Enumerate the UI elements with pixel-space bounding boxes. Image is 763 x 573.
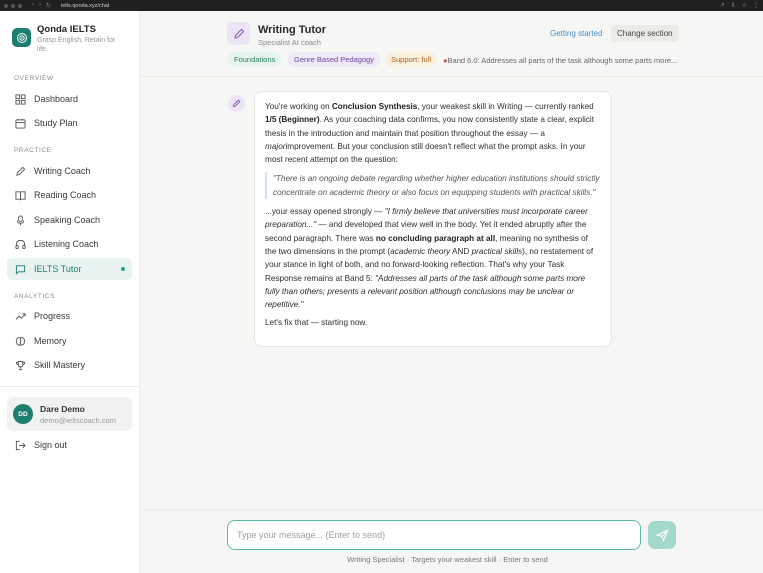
sidebar-item-memory[interactable]: Memory — [7, 330, 132, 352]
page-title: Writing Tutor — [258, 24, 327, 36]
chip-foundations: Foundations — [228, 52, 282, 67]
headphones-icon — [15, 239, 26, 249]
band-note-text: Band 6.0: Addresses all parts of the tas… — [447, 56, 678, 65]
sidebar-item-label: Memory — [34, 336, 67, 346]
tutor-avatar — [228, 95, 245, 112]
mic-icon — [16, 214, 25, 225]
user-card[interactable]: DD Dare Demo demo@ieltscoach.com — [7, 397, 132, 431]
sidebar-item-label: Skill Mastery — [34, 360, 86, 370]
message-paragraph: You're working on Conclusion Synthesis, … — [265, 102, 595, 165]
active-indicator — [121, 267, 125, 271]
calendar-icon — [15, 118, 26, 129]
chip-support: Support: full — [385, 52, 438, 67]
trophy-icon — [15, 360, 26, 370]
browser-toolbar[interactable]: ⌕ ⇩ ☆ ⋮ — [721, 2, 759, 9]
sidebar-item-ielts-tutor[interactable]: IELTS Tutor — [7, 258, 132, 280]
pen-icon — [227, 22, 250, 45]
sidebar-item-label: Speaking Coach — [34, 215, 101, 225]
sign-out-button[interactable]: Sign out — [7, 434, 132, 456]
sidebar-item-listening-coach[interactable]: Listening Coach — [7, 233, 132, 255]
band-note: ●Band 6.0: Addresses all parts of the ta… — [443, 56, 677, 65]
sidebar-item-skill-mastery[interactable]: Skill Mastery — [7, 354, 132, 376]
logo-icon — [12, 28, 31, 47]
address-bar[interactable]: ielts.qonda.xyz/chat — [61, 3, 109, 9]
tutor-message: You're working on Conclusion Synthesis, … — [254, 91, 612, 347]
browser-chrome: ‹ › ↻ ielts.qonda.xyz/chat ⌕ ⇩ ☆ ⋮ — [0, 0, 763, 11]
chip-genre-pedagogy: Genre Based Pedagogy — [288, 52, 381, 67]
brand-tagline: Grasp English, Retain for life. — [37, 37, 116, 53]
grid-icon — [15, 93, 26, 105]
send-icon — [655, 528, 669, 542]
user-name: Dare Demo — [40, 403, 85, 414]
sidebar-item-label: Writing Coach — [34, 166, 91, 176]
pen-icon — [232, 99, 241, 108]
sign-out-label: Sign out — [34, 440, 68, 450]
send-button[interactable] — [648, 521, 676, 549]
brain-icon — [15, 336, 26, 346]
browser-nav[interactable]: ‹ › ↻ — [32, 2, 51, 9]
sidebar-item-label: Dashboard — [34, 94, 79, 104]
chat-header: Writing Tutor Specialist AI coach Gettin… — [140, 11, 763, 77]
section-overview: OVERVIEW — [14, 75, 54, 82]
trend-icon — [15, 312, 26, 320]
brand-name: Qonda IELTS — [37, 24, 96, 35]
sidebar-item-label: Progress — [34, 311, 71, 321]
chat-icon — [15, 264, 26, 275]
change-section-button[interactable]: Change section — [611, 25, 679, 42]
sidebar-divider — [0, 386, 139, 387]
user-email: demo@ieltscoach.com — [40, 415, 116, 425]
message-composer[interactable] — [227, 520, 641, 550]
sign-out-icon — [15, 440, 26, 450]
message-quote: "There is an ongoing debate regarding wh… — [265, 172, 601, 200]
getting-started-link[interactable]: Getting started — [550, 29, 602, 38]
sidebar: Qonda IELTS Grasp English, Retain for li… — [0, 11, 140, 573]
sidebar-item-progress[interactable]: Progress — [7, 305, 132, 327]
section-practice: PRACTICE — [14, 147, 52, 154]
sidebar-item-label: Listening Coach — [34, 239, 99, 249]
sidebar-item-label: IELTS Tutor — [34, 264, 82, 274]
sidebar-item-label: Reading Coach — [34, 190, 97, 200]
section-analytics: ANALYTICS — [14, 293, 56, 300]
sidebar-item-reading-coach[interactable]: Reading Coach — [7, 184, 132, 206]
sidebar-item-label: Study Plan — [34, 118, 78, 128]
window-controls[interactable] — [4, 3, 22, 8]
composer-divider — [140, 509, 763, 510]
message-paragraph: Let's fix that — starting now. — [265, 318, 368, 328]
page-subtitle: Specialist AI coach — [258, 38, 321, 47]
avatar: DD — [13, 404, 33, 424]
book-icon — [15, 190, 26, 200]
message-paragraph: ...your essay opened strongly — "I firml… — [265, 207, 594, 310]
sidebar-item-study-plan[interactable]: Study Plan — [7, 112, 132, 134]
sidebar-item-speaking-coach[interactable]: Speaking Coach — [7, 209, 132, 231]
sidebar-item-writing-coach[interactable]: Writing Coach — [7, 160, 132, 182]
sidebar-item-dashboard[interactable]: Dashboard — [7, 88, 132, 110]
pen-icon — [16, 166, 26, 176]
message-input[interactable] — [237, 530, 640, 540]
composer-hint: Writing Specialist · Targets your weakes… — [347, 555, 548, 564]
brand[interactable]: Qonda IELTS Grasp English, Retain for li… — [12, 24, 121, 54]
